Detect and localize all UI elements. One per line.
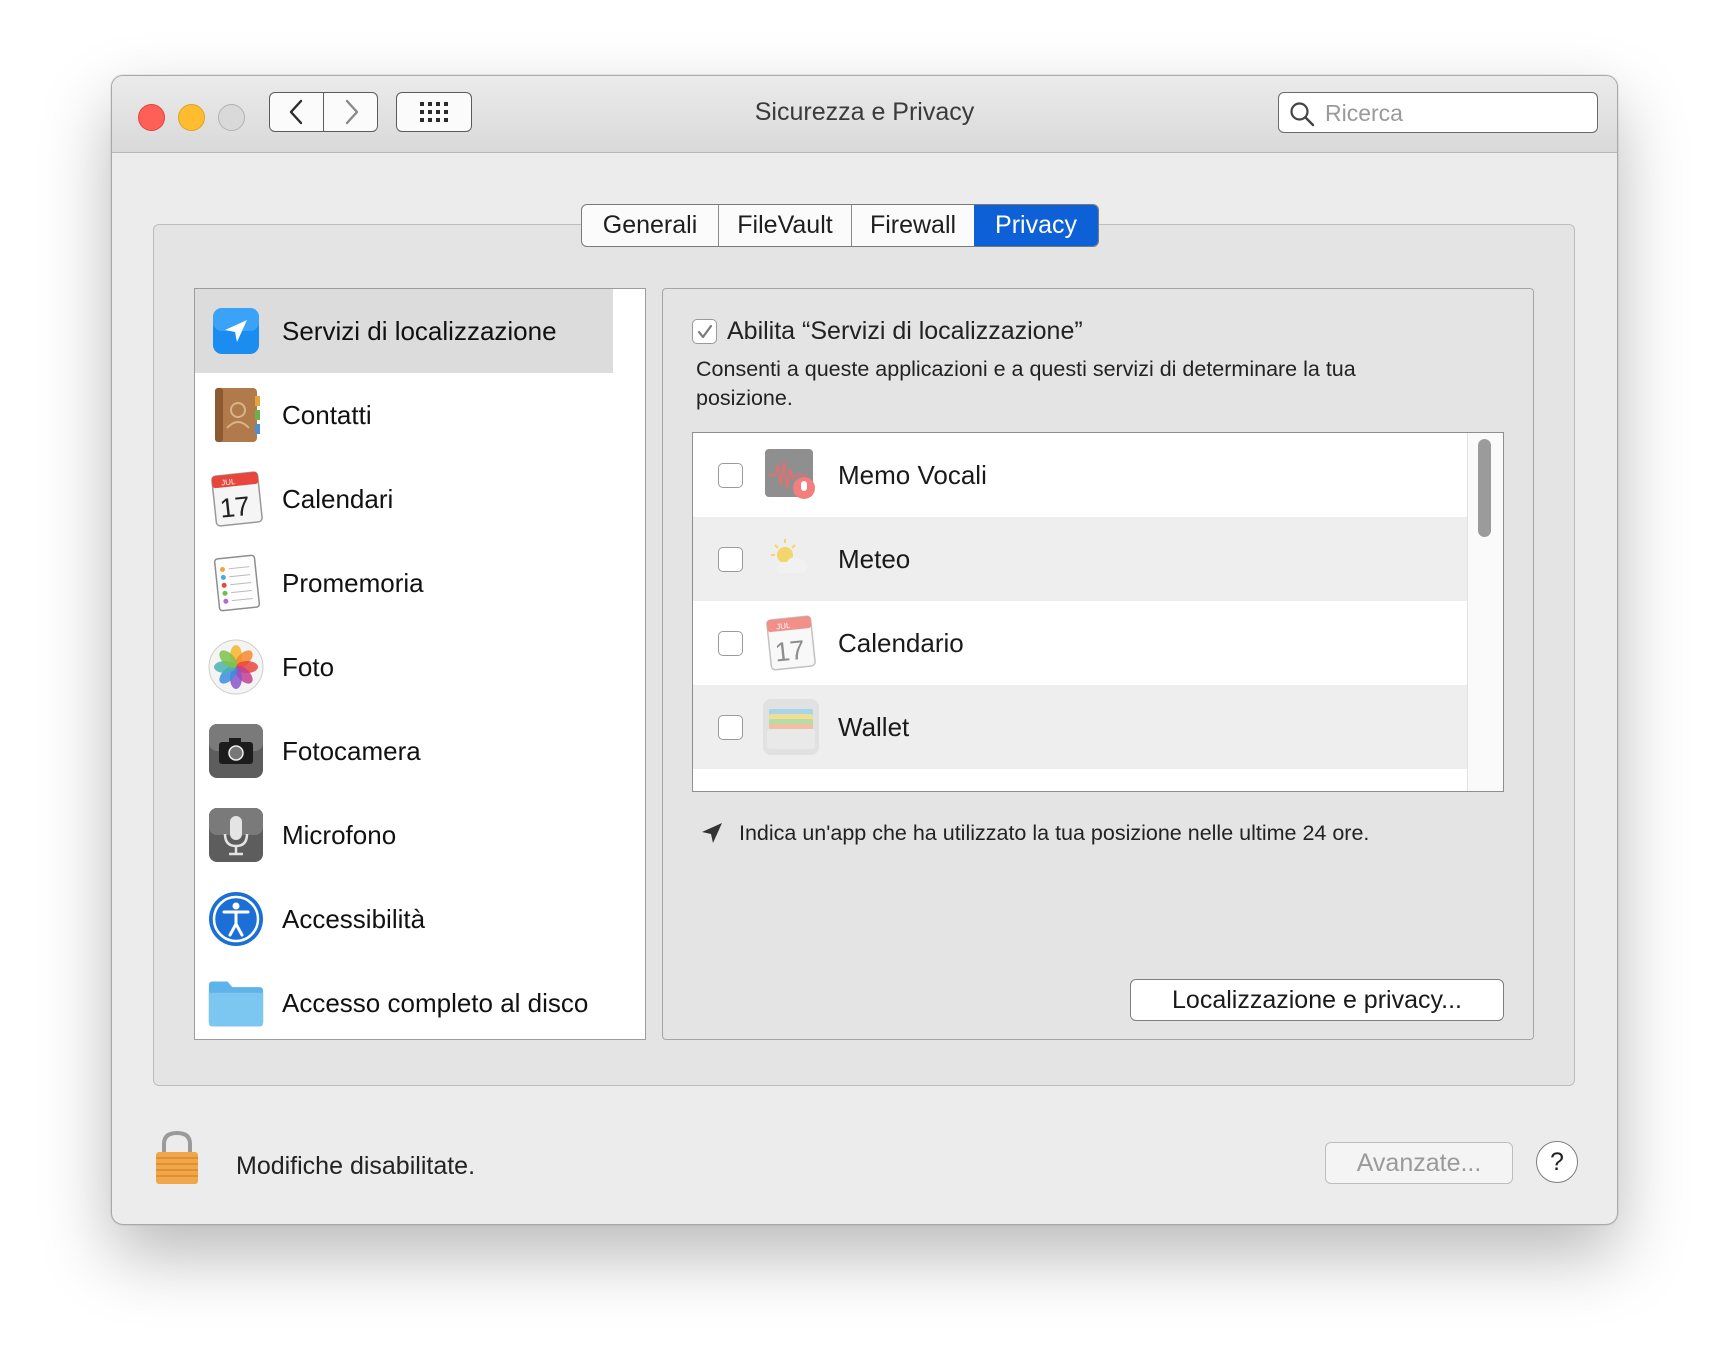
weather-icon (761, 529, 821, 589)
search-icon (1290, 102, 1315, 127)
wallet-icon (761, 697, 821, 757)
photos-flower-icon (207, 638, 265, 696)
sidebar-item-calendars[interactable]: JUL 17 Calendari (195, 457, 613, 541)
calendar-day-text: 17 (773, 635, 806, 668)
location-hint: Indica un'app che ha utilizzato la tua p… (699, 820, 1369, 846)
list-item: Meteo (693, 517, 1467, 601)
sidebar-item-microphone[interactable]: Microfono (195, 793, 613, 877)
enable-location-row[interactable]: Abilita “Servizi di localizzazione” (692, 317, 1083, 346)
calendar-month-text: JUL (776, 621, 792, 631)
sidebar-item-label: Servizi di localizzazione (282, 315, 557, 346)
sidebar-item-photos[interactable]: Foto (195, 625, 613, 709)
microphone-icon (207, 806, 265, 864)
sidebar-item-label: Fotocamera (282, 735, 421, 766)
location-description: Consenti a queste applicazioni e a quest… (696, 357, 1356, 410)
accessibility-icon (207, 890, 265, 948)
tab-generali[interactable]: Generali (582, 205, 718, 246)
calendar-day-text: 17 (218, 491, 251, 524)
sidebar-item-label: Accesso completo al disco (282, 987, 589, 1018)
lock-status-text: Modifiche disabilitate. (236, 1152, 476, 1180)
lock-button[interactable] (154, 1130, 200, 1191)
calendar-month-text: JUL (221, 477, 237, 487)
sidebar-item-label: Microfono (282, 819, 397, 850)
sidebar-item-label: Promemoria (282, 567, 424, 598)
app-label: Calendario (838, 627, 964, 658)
app-checkbox-memo-vocali[interactable] (718, 462, 743, 488)
sidebar-item-label: Accessibilità (282, 903, 426, 934)
search-field[interactable] (1278, 92, 1598, 133)
app-label: Memo Vocali (838, 459, 987, 490)
tab-bar: Generali FileVault Firewall Privacy (581, 204, 1099, 247)
sidebar-item-location-services[interactable]: Servizi di localizzazione (195, 289, 613, 373)
help-button[interactable]: ? (1536, 1141, 1578, 1183)
checkmark-icon (697, 324, 712, 338)
location-privacy-button[interactable]: Localizzazione e privacy... (1130, 979, 1504, 1021)
sidebar-item-label: Calendari (282, 483, 394, 514)
advanced-button[interactable]: Avanzate... (1325, 1142, 1513, 1184)
sidebar-item-accessibility[interactable]: Accessibilità (195, 877, 613, 961)
padlock-icon (156, 1130, 198, 1184)
enable-location-label: Abilita “Servizi di localizzazione” (727, 317, 1083, 345)
sidebar-item-contacts[interactable]: Contatti (195, 373, 613, 457)
preferences-window: Sicurezza e Privacy Generali FileVault F… (111, 75, 1618, 1225)
voice-memos-icon (761, 445, 821, 505)
folder-icon (207, 974, 265, 1032)
location-services-panel: Abilita “Servizi di localizzazione” Cons… (662, 288, 1534, 1040)
contacts-book-icon (207, 386, 265, 444)
app-label: Wallet (838, 711, 910, 742)
list-item: JUL 17 Calendario (693, 601, 1467, 685)
location-arrow-icon (702, 823, 722, 843)
app-checkbox-wallet[interactable] (718, 714, 743, 740)
tab-filevault[interactable]: FileVault (718, 205, 851, 246)
app-list-scrollbar[interactable] (1478, 439, 1491, 537)
sidebar-item-reminders[interactable]: Promemoria (195, 541, 613, 625)
search-input[interactable] (1323, 98, 1587, 128)
app-list: Memo Vocali Meteo JUL 17 Calendario Wall… (692, 432, 1504, 792)
sidebar-item-label: Foto (282, 651, 335, 682)
list-item: Wallet (693, 685, 1467, 769)
camera-icon (207, 722, 265, 780)
enable-location-checkbox[interactable] (692, 319, 717, 344)
app-label: Meteo (838, 543, 911, 574)
tab-firewall[interactable]: Firewall (851, 205, 974, 246)
sidebar-item-camera[interactable]: Fotocamera (195, 709, 613, 793)
reminders-icon (207, 554, 265, 612)
app-checkbox-calendario[interactable] (718, 630, 743, 656)
sidebar-item-full-disk-access[interactable]: Accesso completo al disco (195, 961, 613, 1039)
list-item: Memo Vocali (693, 433, 1467, 517)
hint-text: Indica un'app che ha utilizzato la tua p… (739, 820, 1370, 845)
app-checkbox-meteo[interactable] (718, 546, 743, 572)
calendar-icon: JUL 17 (761, 613, 821, 673)
title-bar: Sicurezza e Privacy (112, 76, 1617, 153)
location-arrow-icon (207, 302, 265, 360)
tab-privacy[interactable]: Privacy (974, 205, 1098, 246)
calendar-icon: JUL 17 (207, 470, 265, 528)
sidebar-item-label: Contatti (282, 399, 372, 430)
privacy-category-list: Servizi di localizzazione Contatti JUL 17… (194, 288, 646, 1040)
